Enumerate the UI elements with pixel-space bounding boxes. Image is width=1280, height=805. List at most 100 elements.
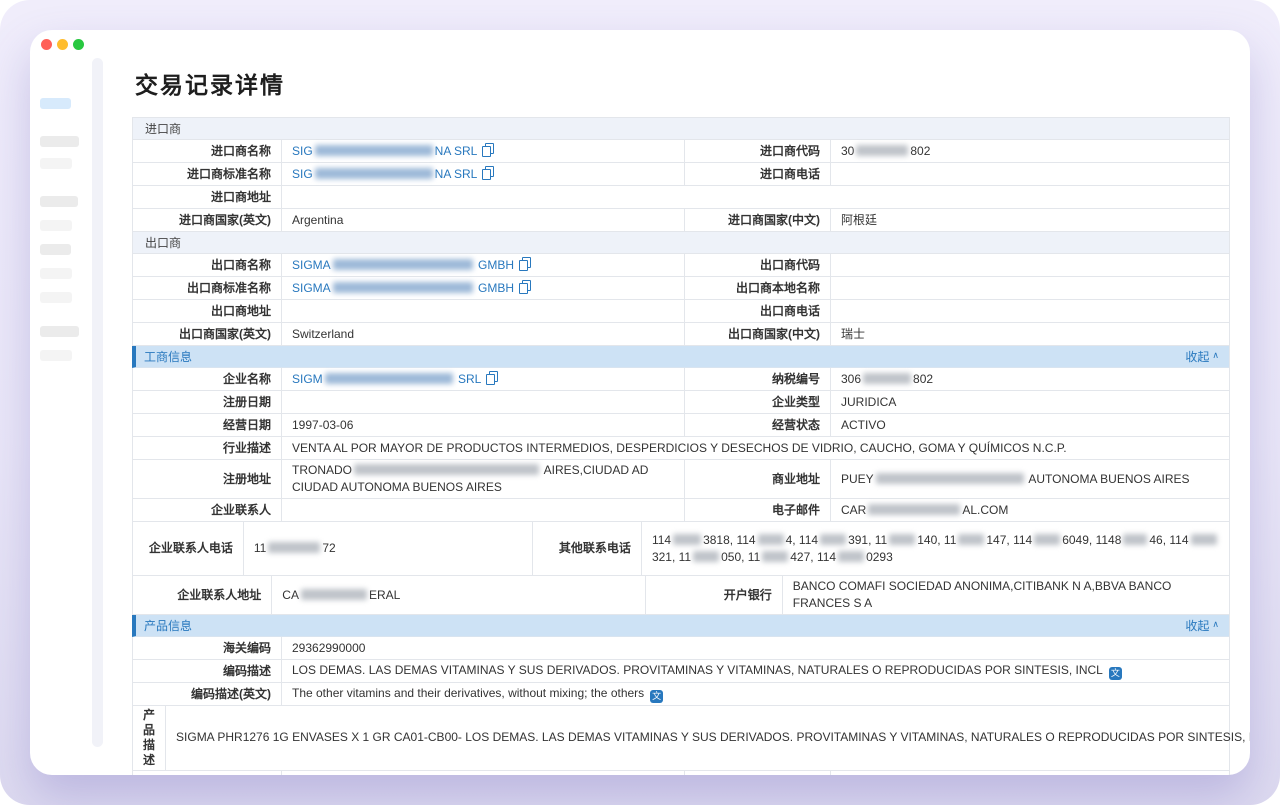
field-value [282,391,684,413]
redacted-text [856,145,908,156]
section-header-product-info: 产品信息收起∧ [132,615,1229,637]
field-text: Switzerland [292,327,354,341]
field-value: VENTA AL POR MAYOR DE PRODUCTOS INTERMED… [282,437,1229,459]
section-title: 出口商 [145,234,181,251]
table-row: 出口商标准名称SIGMA GMBH出口商本地名称 [133,277,1229,300]
field-text: 29362990000 [292,641,365,655]
copy-icon[interactable] [482,166,494,180]
field-text: CAR [841,503,866,517]
copy-icon[interactable] [486,371,498,385]
field-value-text: SIGMA GMBH [292,257,531,274]
sidebar-divider [92,58,103,747]
field-text: 140, 11 [917,533,956,547]
field-text: 0293 [866,550,893,564]
chevron-up-icon: ∧ [1212,350,1219,361]
table-row: 出口商地址 出口商电话 [133,300,1229,323]
copy-icon[interactable] [519,280,531,294]
field-text: 6049, 1148 [1062,533,1121,547]
table-row: 海关编码29362990000 [133,637,1229,660]
field-value-text: 1997-03-06 [292,417,353,434]
field-text: PUEY [841,472,874,486]
copy-icon[interactable] [519,257,531,271]
company-link[interactable]: SIGMA [292,281,331,295]
company-link[interactable]: SRL [455,372,482,386]
section-header-business-info: 工商信息收起∧ [132,346,1229,368]
collapse-label: 收起 [1185,348,1209,365]
copy-icon[interactable] [482,143,494,157]
field-label: 出口商地址 [133,300,282,322]
sidebar-item[interactable] [40,244,71,255]
field-text: LOS DEMAS. LAS DEMAS VITAMINAS Y SUS DER… [292,663,1103,677]
field-text: 1997-03-06 [292,418,353,432]
sidebar-item[interactable] [40,220,72,231]
field-value [282,186,1229,208]
redacted-text [758,534,784,545]
sidebar-item[interactable] [40,268,72,279]
field-value: 瑞士 [831,323,1229,345]
field-text: AUTONOMA BUENOS AIRES [1026,472,1190,486]
redacted-text [762,551,788,562]
field-value-text: SIG NA SRL [292,143,494,160]
company-link[interactable]: SIG [292,167,313,181]
collapse-toggle[interactable]: 收起∧ [1185,348,1219,365]
table-row: 进口商国家(英文)Argentina进口商国家(中文)阿根廷 [133,209,1229,232]
field-label: 注册日期 [133,391,282,413]
field-value: Switzerland [282,323,684,345]
section-title: 进口商 [145,120,181,137]
field-value: CAERAL [272,576,645,614]
field-value: Chemical Industry [831,771,1229,775]
company-link[interactable]: SIGM [292,372,323,386]
field-label: 企业联系人地址 [133,576,272,614]
field-value-text: Chemical Industry [841,774,937,776]
field-label: 企业联系人电话 [133,522,244,575]
field-label: 出口商本地名称 [684,277,831,299]
sidebar-item[interactable] [40,158,72,169]
field-text: 阿根廷 [841,213,877,227]
collapse-toggle[interactable]: 收起∧ [1185,617,1219,634]
sidebar-item[interactable] [40,292,72,303]
translate-icon[interactable]: 文 [650,690,663,703]
sidebar-item[interactable] [40,136,79,147]
field-text: 瑞士 [841,327,865,341]
company-link[interactable]: SIGMA [292,258,331,272]
field-text: 72 [322,541,335,555]
table-row: 编码描述(英文)The other vitamins and their der… [133,683,1229,706]
field-label: 开户银行 [645,576,783,614]
field-value: 306802 [831,368,1229,390]
field-label: 编码描述 [133,660,282,682]
field-value: 29362990000 [282,637,1229,659]
sidebar-item[interactable] [40,350,72,361]
redacted-text [315,168,433,179]
field-value-text: JURIDICA [841,394,896,411]
redacted-text [876,473,1024,484]
sidebar-item[interactable] [40,196,78,207]
redacted-text [325,373,453,384]
field-text: 46, 114 [1149,533,1188,547]
detail-table: 进口商进口商名称SIGNA SRL进口商代码30802进口商标准名称SIGNA … [132,117,1230,775]
field-value-text: 阿根廷 [841,212,877,229]
company-link[interactable]: GMBH [475,281,514,295]
table-row: 产品描述SIGMA PHR1276 1G ENVASES X 1 GR CA01… [133,706,1229,771]
translate-icon[interactable]: 文 [1109,667,1122,680]
sidebar-item[interactable] [40,326,79,337]
field-label: 出口商电话 [684,300,831,322]
field-value: JURIDICA [831,391,1229,413]
company-link[interactable]: GMBH [475,258,514,272]
field-value-text: 1143818, 1144, 114391, 11140, 11147, 114… [652,532,1219,566]
field-value-text: PUEY AUTONOMA BUENOS AIRES [841,471,1190,488]
field-value: Argentina [282,209,684,231]
field-text: 147, 114 [986,533,1032,547]
page-title: 交易记录详情 [135,66,1230,100]
sidebar-item-active[interactable] [40,98,71,109]
field-label: 纳税编号 [684,368,831,390]
field-value: SIGMA GMBH [282,277,684,299]
table-row: 企业联系人地址CAERAL开户银行BANCO COMAFI SOCIEDAD A… [133,576,1229,615]
company-link[interactable]: SIG [292,144,313,158]
field-text: 3818, 114 [703,533,756,547]
table-row: 注册地址TRONADO AIRES,CIUDAD AD CIUDAD AUTON… [133,460,1229,499]
redacted-text [301,589,367,600]
field-label: 商业地址 [684,460,831,498]
company-link[interactable]: NA SRL [435,167,478,181]
field-text: CA [282,588,299,602]
company-link[interactable]: NA SRL [435,144,478,158]
